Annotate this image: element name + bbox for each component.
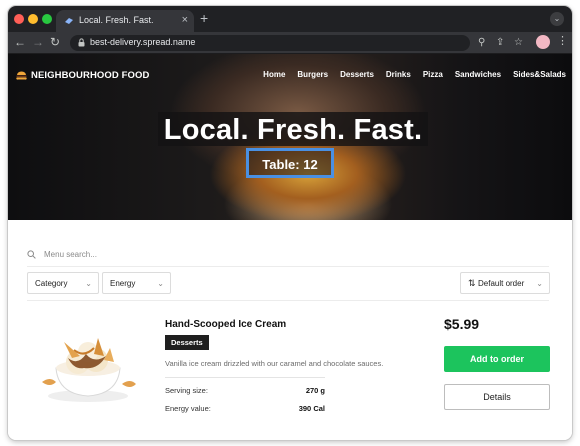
order-select-label: Default order [478,279,525,288]
category-select[interactable]: Category ⌄ [27,272,99,294]
zoom-icon[interactable]: ⚲ [478,36,485,50]
nav-item-sandwiches[interactable]: Sandwiches [455,70,501,79]
table-number-label: Table: 12 [262,157,318,172]
category-select-label: Category [35,279,68,288]
chevron-down-icon: ⌄ [536,279,543,288]
order-select[interactable]: ⇅ Default order ⌄ [460,272,550,294]
profile-avatar[interactable] [536,35,550,49]
chevron-down-icon: ⌄ [85,279,92,288]
product-name[interactable]: Hand-Scooped Ice Cream [165,319,286,330]
burger-icon [16,71,27,80]
main-nav: Home Burgers Desserts Drinks Pizza Sandw… [263,70,566,79]
energy-select-label: Energy [110,279,136,288]
lock-icon[interactable] [78,38,85,47]
menu-content: Menu search... Category ⌄ Energy ⌄ ⇅ Def… [8,220,572,440]
details-button[interactable]: Details [444,384,550,410]
minimize-window-button[interactable] [28,14,38,24]
maximize-window-button[interactable] [42,14,52,24]
category-badge: Desserts [165,335,209,350]
brand-name: NEIGHBOURHOOD FOOD [31,70,150,81]
browser-menu-icon[interactable]: ⋮ [557,34,568,48]
nav-item-drinks[interactable]: Drinks [386,70,411,79]
spec-row-energy: Energy value: 390 Cal [165,404,325,416]
divider [165,377,325,378]
tab-close-icon[interactable]: × [182,13,188,27]
tab-search-chevron-icon[interactable]: ⌄ [550,12,564,26]
browser-window: Local. Fresh. Fast. × + ⌄ ← → ↻ best-del… [8,6,572,440]
new-tab-button[interactable]: + [200,11,208,25]
nav-item-sides-salads[interactable]: Sides&Salads [513,70,566,79]
search-icon [27,250,36,259]
back-arrow-icon[interactable]: ← [14,35,26,49]
tab-title: Local. Fresh. Fast. [79,15,154,25]
nav-item-pizza[interactable]: Pizza [423,70,443,79]
divider [27,300,549,301]
spec-row-serving: Serving size: 270 g [165,386,325,398]
nav-item-desserts[interactable]: Desserts [340,70,374,79]
address-bar[interactable]: best-delivery.spread.name [70,35,470,51]
product-description: Vanilla ice cream drizzled with our cara… [165,359,384,368]
product-price: $5.99 [444,316,480,332]
table-number-box[interactable]: Table: 12 [246,148,334,178]
active-tab[interactable]: Local. Fresh. Fast. × [56,10,194,32]
chevron-down-icon: ⌄ [157,279,164,288]
sort-icon: ⇅ [468,278,476,288]
spec-label: Energy value: [165,404,211,413]
site-favicon-icon [65,18,73,24]
close-window-button[interactable] [14,14,24,24]
spec-label: Serving size: [165,386,208,395]
spec-value: 270 g [305,386,325,395]
forward-arrow-icon[interactable]: → [32,35,44,49]
tab-strip: Local. Fresh. Fast. × + ⌄ [8,6,572,32]
menu-search[interactable]: Menu search... [27,250,97,259]
spec-value: 390 Cal [298,404,325,413]
hero-banner: NEIGHBOURHOOD FOOD Home Burgers Desserts… [8,54,572,220]
add-to-order-button[interactable]: Add to order [444,346,550,372]
brand-logo[interactable]: NEIGHBOURHOOD FOOD [16,70,149,81]
browser-toolbar: ← → ↻ best-delivery.spread.name ⚲ ⇪ ☆ [8,32,572,54]
nav-item-burgers[interactable]: Burgers [297,70,328,79]
reload-icon[interactable]: ↻ [50,35,60,49]
search-input[interactable]: Menu search... [44,250,97,259]
energy-select[interactable]: Energy ⌄ [102,272,171,294]
hero-headline: Local. Fresh. Fast. [163,114,423,146]
nav-item-home[interactable]: Home [263,70,285,79]
headline-box: Local. Fresh. Fast. [158,112,428,146]
url-text[interactable]: best-delivery.spread.name [90,37,195,47]
share-icon[interactable]: ⇪ [496,36,504,50]
bookmark-star-icon[interactable]: ☆ [514,36,523,50]
ice-cream-image [42,338,136,402]
divider [27,266,549,267]
